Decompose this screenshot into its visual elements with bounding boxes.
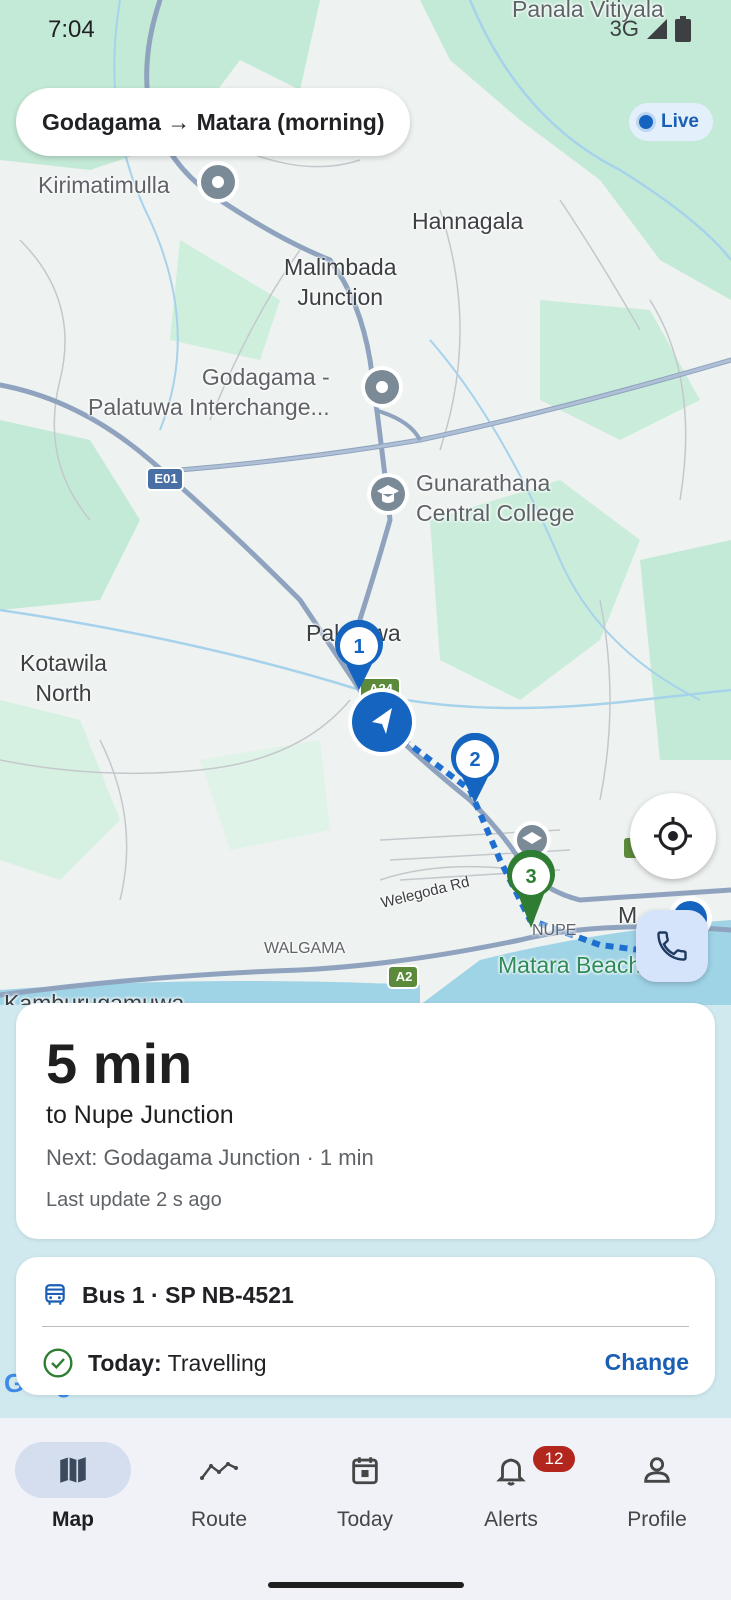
bus-card: Bus 1 · SP NB-4521 Today: Travelling Cha… bbox=[16, 1257, 715, 1395]
eta-time: 5 min bbox=[46, 1032, 193, 1095]
calendar-icon bbox=[352, 1457, 378, 1485]
live-dot-icon bbox=[638, 115, 653, 129]
map-label-interchange: Godagama - Palatuwa Interchange... bbox=[88, 364, 330, 420]
call-button[interactable] bbox=[636, 910, 708, 982]
nav-label-route: Route bbox=[190, 1508, 248, 1531]
nav-item-route[interactable]: Route bbox=[146, 1442, 292, 1532]
crosshair-icon bbox=[654, 817, 692, 855]
eta-destination: to Nupe Junction bbox=[46, 1101, 234, 1129]
today-label: Today: bbox=[88, 1349, 162, 1376]
divider bbox=[42, 1326, 689, 1327]
eta-next-stop: Next: Godagama Junction · 1 min bbox=[46, 1145, 374, 1170]
status-time: 7:04 bbox=[48, 16, 95, 43]
status-bar: 7:04 3G bbox=[0, 0, 731, 62]
bus-info-row: Bus 1 · SP NB-4521 bbox=[42, 1275, 294, 1315]
today-status-row: Today: Travelling bbox=[42, 1343, 267, 1383]
today-status: Travelling bbox=[167, 1349, 267, 1376]
road-shield-e01: E01 bbox=[154, 471, 178, 486]
bottom-navigation: Map Route Today 12 Alerts Profile bbox=[0, 1418, 731, 1600]
map-label-kotawila: Kotawila North bbox=[20, 650, 107, 706]
network-type: 3G bbox=[609, 16, 639, 41]
map-label-malimbada: Malimbada Junction bbox=[284, 254, 397, 310]
nav-active-indicator bbox=[15, 1442, 131, 1498]
recenter-button[interactable] bbox=[630, 793, 716, 879]
map-icon bbox=[60, 1457, 86, 1483]
stop-number: 1 bbox=[353, 636, 364, 658]
nav-label-map: Map bbox=[52, 1508, 94, 1531]
bus-location-marker[interactable] bbox=[346, 686, 418, 758]
map-label-matara-beach: Matara Beach bbox=[498, 952, 642, 978]
nav-item-profile[interactable]: Profile bbox=[584, 1442, 730, 1532]
nav-label-alerts: Alerts bbox=[484, 1508, 538, 1531]
stop-number: 3 bbox=[525, 866, 536, 888]
nav-label-profile: Profile bbox=[627, 1508, 687, 1531]
road-shield-a2: A2 bbox=[395, 969, 413, 984]
nav-label-today: Today bbox=[336, 1508, 394, 1531]
nav-icon-container: 12 bbox=[453, 1442, 575, 1498]
route-title-chip[interactable]: Godagama → Matara (morning) bbox=[16, 88, 411, 156]
nav-item-today[interactable]: Today bbox=[292, 1442, 438, 1532]
gesture-handle[interactable] bbox=[268, 1582, 464, 1588]
nav-icon-container bbox=[307, 1442, 423, 1498]
stop-pin-2[interactable]: 2 bbox=[448, 733, 502, 805]
signal-icon bbox=[647, 19, 667, 39]
battery-icon bbox=[675, 16, 691, 42]
route-icon bbox=[200, 1462, 238, 1480]
nav-icon-container bbox=[161, 1442, 277, 1498]
eta-card: 5 min to Nupe Junction Next: Godagama Ju… bbox=[16, 1003, 715, 1239]
bell-icon bbox=[496, 1458, 526, 1486]
eta-last-update: Last update 2 s ago bbox=[46, 1189, 222, 1211]
bus-icon bbox=[45, 1284, 65, 1305]
stop-pin-1[interactable]: 1 bbox=[332, 620, 386, 692]
map-label-college: Gunarathana Central College bbox=[416, 470, 575, 526]
poi-pin-kirimatimulla bbox=[197, 161, 239, 203]
stop-number: 2 bbox=[469, 749, 480, 771]
map-label-m: M bbox=[618, 902, 638, 928]
map-label-hannagala: Hannagala bbox=[412, 208, 524, 234]
nav-item-map[interactable]: Map bbox=[0, 1442, 146, 1532]
live-indicator: Live bbox=[628, 103, 713, 141]
map-label-walgama: WALGAMA bbox=[264, 940, 346, 957]
live-label: Live bbox=[660, 111, 699, 132]
person-icon bbox=[644, 1457, 670, 1483]
alerts-badge: 12 bbox=[533, 1446, 575, 1472]
stop-pin-3[interactable]: 3 bbox=[504, 850, 558, 930]
map-label-kirimatimulla: Kirimatimulla bbox=[38, 172, 170, 198]
change-button[interactable]: Change bbox=[605, 1349, 689, 1376]
check-circle-icon bbox=[43, 1348, 73, 1378]
phone-icon bbox=[657, 931, 687, 961]
status-indicators: 3G bbox=[610, 16, 691, 42]
bus-label: Bus 1 · SP NB-4521 bbox=[82, 1281, 294, 1308]
route-title: Godagama → Matara (morning) bbox=[42, 108, 385, 135]
nav-item-alerts[interactable]: 12 Alerts bbox=[438, 1442, 584, 1532]
nav-icon-container bbox=[599, 1442, 715, 1498]
